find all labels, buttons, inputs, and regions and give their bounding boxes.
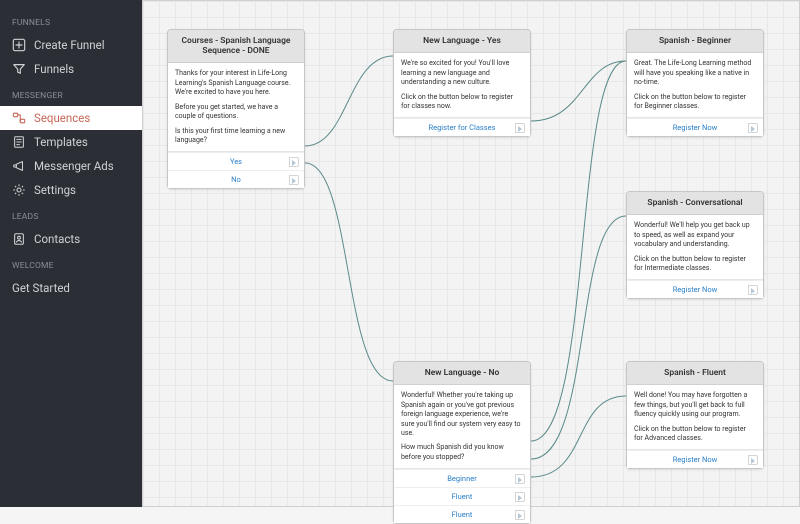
contacts-icon [12,232,26,246]
node-button-beginner[interactable]: Beginner [394,469,530,487]
node-button-register[interactable]: Register Now [627,450,763,468]
node-body: Great. The Life-Long Learning method wil… [627,53,763,118]
node-new-language-yes[interactable]: New Language - Yes We're so excited for … [393,29,531,137]
sidebar-item-label: Create Funnel [34,38,105,52]
node-title: Spanish - Beginner [627,30,763,53]
connector-handle-icon[interactable] [289,157,299,167]
node-button-register[interactable]: Register for Classes [394,118,530,136]
sequence-canvas[interactable]: Courses - Spanish Language Sequence - DO… [142,0,800,507]
connector-handle-icon[interactable] [515,474,525,484]
templates-icon [12,135,26,149]
connector-handle-icon[interactable] [515,123,525,133]
sidebar-item-settings[interactable]: Settings [0,178,142,202]
sidebar-item-templates[interactable]: Templates [0,130,142,154]
node-button-register[interactable]: Register Now [627,280,763,298]
node-title: Courses - Spanish Language Sequence - DO… [168,30,304,63]
node-button-fluent-2[interactable]: Fluent [394,505,530,523]
node-spanish-conversational[interactable]: Spanish - Conversational Wonderful! We'l… [626,191,764,299]
sidebar-item-get-started[interactable]: Get Started [0,276,142,300]
sidebar-item-sequences[interactable]: Sequences [0,106,142,130]
connector-handle-icon[interactable] [515,492,525,502]
node-body: Wonderful! We'll help you get back up to… [627,215,763,280]
sidebar-item-label: Sequences [34,111,90,125]
connector-handle-icon[interactable] [515,510,525,520]
sidebar-item-label: Funnels [34,62,74,76]
sidebar-item-contacts[interactable]: Contacts [0,227,142,251]
section-label-messenger: MESSENGER [0,81,142,106]
node-title: New Language - No [394,362,530,385]
section-label-welcome: WELCOME [0,251,142,276]
connector-handle-icon[interactable] [289,175,299,185]
node-title: New Language - Yes [394,30,530,53]
node-body: We're so excited for you! You'll love le… [394,53,530,118]
node-body: Thanks for your interest in Life-Long Le… [168,63,304,152]
node-button-yes[interactable]: Yes [168,152,304,170]
gear-icon [12,183,26,197]
sidebar: FUNNELS Create Funnel Funnels MESSENGER … [0,0,142,507]
sidebar-item-create-funnel[interactable]: Create Funnel [0,33,142,57]
plus-square-icon [12,38,26,52]
node-spanish-beginner[interactable]: Spanish - Beginner Great. The Life-Long … [626,29,764,137]
node-button-no[interactable]: No [168,170,304,188]
funnel-icon [12,62,26,76]
node-button-fluent-1[interactable]: Fluent [394,487,530,505]
sidebar-item-funnels[interactable]: Funnels [0,57,142,81]
node-body: Well done! You may have forgotten a few … [627,385,763,450]
connector-handle-icon[interactable] [748,455,758,465]
node-title: Spanish - Conversational [627,192,763,215]
node-new-language-no[interactable]: New Language - No Wonderful! Whether you… [393,361,531,524]
sidebar-item-label: Settings [34,183,76,197]
sidebar-item-messenger-ads[interactable]: Messenger Ads [0,154,142,178]
sidebar-item-label: Messenger Ads [34,159,114,173]
node-spanish-fluent[interactable]: Spanish - Fluent Well done! You may have… [626,361,764,469]
connector-handle-icon[interactable] [748,285,758,295]
sidebar-item-label: Contacts [34,232,80,246]
sidebar-item-label: Get Started [12,281,70,295]
node-start[interactable]: Courses - Spanish Language Sequence - DO… [167,29,305,189]
node-title: Spanish - Fluent [627,362,763,385]
sidebar-item-label: Templates [34,135,88,149]
connector-handle-icon[interactable] [748,123,758,133]
node-body: Wonderful! Whether you're taking up Span… [394,385,530,469]
section-label-leads: LEADS [0,202,142,227]
section-label-funnels: FUNNELS [0,8,142,33]
node-button-register[interactable]: Register Now [627,118,763,136]
megaphone-icon [12,159,26,173]
sequence-icon [12,111,26,125]
